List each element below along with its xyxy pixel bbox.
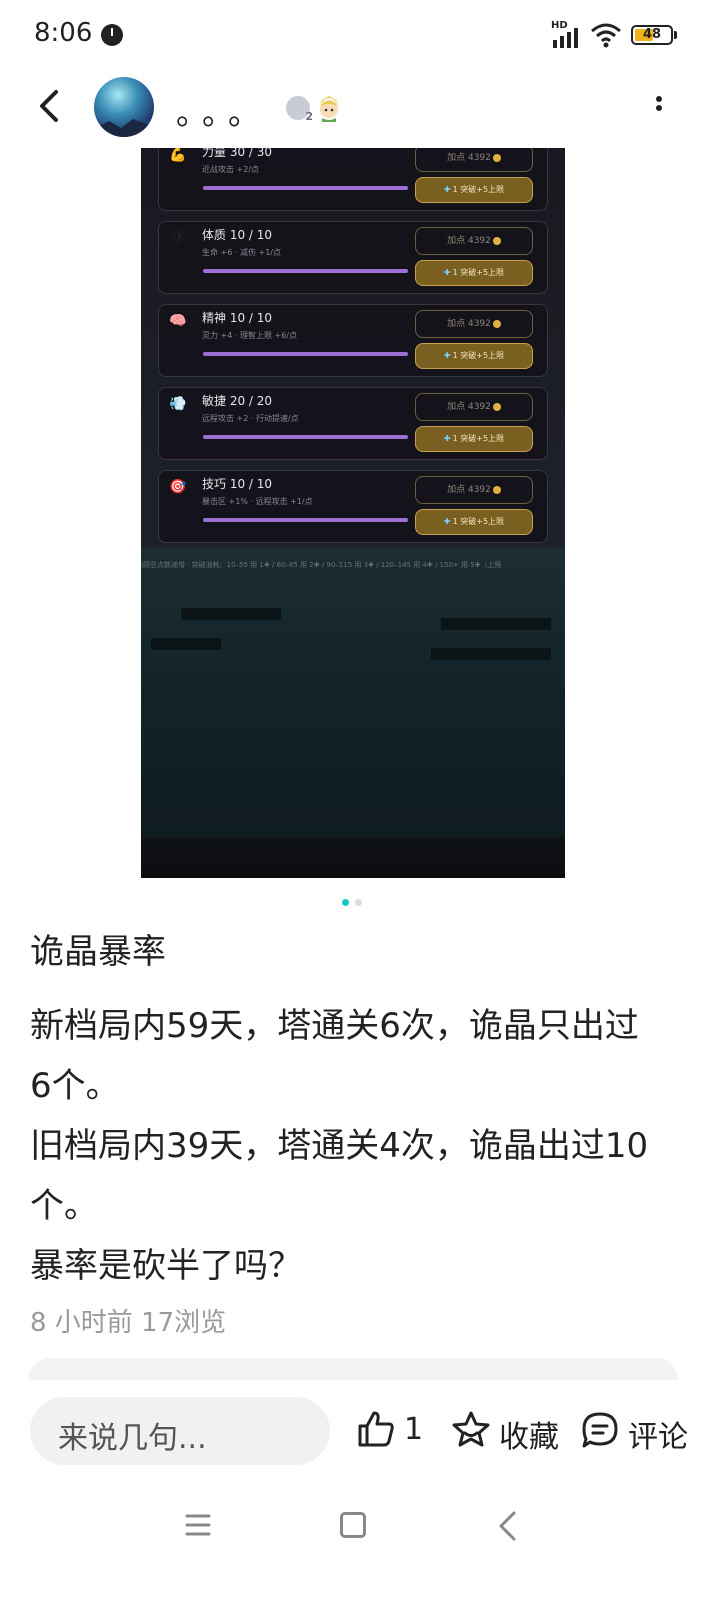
coin-icon — [492, 236, 501, 245]
stat-icon: 🎯 — [169, 479, 187, 495]
level-badge-icon: 2 — [286, 96, 313, 123]
post-image[interactable]: 💪 力量 30 / 30 近战攻击 +2/点 加点 4392 ✚ 1 突破+5上限 🛡 体质 … — [141, 148, 565, 878]
add-point-button: 加点 4392 — [415, 148, 533, 172]
stat-progress-bar — [203, 269, 408, 273]
level-number: 2 — [305, 110, 313, 123]
stat-description: 近战攻击 +2/点 — [202, 165, 260, 174]
add-point-button: 加点 4392 — [415, 476, 533, 504]
comment-placeholder: 来说几句... — [58, 1421, 207, 1456]
stat-title: 力量 30 / 30 — [202, 148, 273, 159]
stat-card: 🎯 技巧 10 / 10 暴击区 +1% · 远程攻击 +1/点 加点 4392 ✚ 1 … — [158, 470, 548, 543]
post-body-line: 旧档局内39天，塔通关4次，诡晶出过10 — [30, 1126, 649, 1166]
stat-title: 技巧 10 / 10 — [202, 477, 273, 491]
stat-title: 体质 10 / 10 — [202, 228, 273, 242]
coin-icon — [492, 402, 501, 411]
breakthrough-button: ✚ 1 突破+5上限 — [415, 343, 533, 369]
stat-title: 敏捷 20 / 20 — [202, 394, 273, 408]
stat-description: 暴击区 +1% · 远程攻击 +1/点 — [202, 497, 313, 506]
plus-icon: ✚ — [443, 517, 451, 526]
coin-icon — [492, 153, 501, 162]
breakthrough-button: ✚ 1 突破+5上限 — [415, 260, 533, 286]
post-body: 新档局内59天，塔通关6次，诡晶只出过 6个。 旧档局内39天，塔通关4次，诡晶… — [30, 996, 680, 1296]
comment-section-edge — [28, 1358, 678, 1380]
stat-progress-bar — [203, 435, 408, 439]
stat-card: 🧠 精神 10 / 10 灵力 +4 · 理智上限 +6/点 加点 4392 ✚ 1 突破… — [158, 304, 548, 377]
signal-icon — [553, 28, 578, 48]
stat-progress-bar — [203, 518, 408, 522]
dungeon-background — [141, 548, 565, 838]
stat-card: 💪 力量 30 / 30 近战攻击 +2/点 加点 4392 ✚ 1 突破+5上限 — [158, 148, 548, 211]
breakthrough-button: ✚ 1 突破+5上限 — [415, 509, 533, 535]
home-square-icon[interactable] — [340, 1512, 366, 1538]
battery-level: 48 — [642, 27, 662, 42]
stat-description: 远程攻击 +2 · 行动提速/点 — [202, 414, 299, 423]
more-vertical-icon[interactable] — [650, 90, 668, 126]
stat-icon: 🧠 — [169, 313, 187, 329]
pager-dot-active — [342, 899, 349, 906]
post-body-line: 暴率是砍半了吗？ — [30, 1246, 302, 1286]
post-title: 诡晶暴率 — [30, 932, 166, 972]
menu-icon[interactable] — [185, 1513, 211, 1537]
like-count[interactable]: 1 — [404, 1412, 423, 1447]
add-point-button: 加点 4392 — [415, 310, 533, 338]
stat-card: 💨 敏捷 20 / 20 远程攻击 +2 · 行动提速/点 加点 4392 ✚ 1 突破+… — [158, 387, 548, 460]
star-icon[interactable] — [450, 1409, 492, 1451]
stat-icon: 🛡 — [169, 230, 187, 246]
username[interactable]: 。。。 — [176, 88, 270, 134]
comment-bubble-icon[interactable] — [580, 1410, 620, 1450]
image-footer-text: l顾总点数递增 · 突破消耗：10–55 用 1✚ / 60–85 用 2✚ /… — [141, 561, 502, 569]
thumb-up-icon[interactable] — [356, 1409, 396, 1449]
stat-icon: 💪 — [169, 148, 187, 163]
pager-dot — [355, 899, 362, 906]
coin-icon — [492, 485, 501, 494]
image-pager — [342, 899, 364, 907]
stat-progress-bar — [203, 186, 408, 190]
breakthrough-button: ✚ 1 突破+5上限 — [415, 177, 533, 203]
comment-label[interactable]: 评论 — [628, 1412, 688, 1456]
add-point-button: 加点 4392 — [415, 393, 533, 421]
stat-card: 🛡 体质 10 / 10 生命 +6 · 减伤 +1/点 加点 4392 ✚ 1 突破+5… — [158, 221, 548, 294]
stat-title: 精神 10 / 10 — [202, 311, 273, 325]
back-chevron-icon[interactable] — [496, 1510, 518, 1542]
plus-icon: ✚ — [443, 268, 451, 277]
post-body-line: 新档局内59天，塔通关6次，诡晶只出过 — [30, 1006, 639, 1046]
back-arrow-icon[interactable] — [32, 86, 72, 126]
stat-description: 灵力 +4 · 理智上限 +6/点 — [202, 331, 297, 340]
plus-icon: ✚ — [443, 434, 451, 443]
status-time: 8:06 — [34, 18, 93, 48]
avatar[interactable] — [94, 77, 154, 137]
stat-description: 生命 +6 · 减伤 +1/点 — [202, 248, 281, 257]
clock-icon — [101, 24, 123, 46]
add-point-button: 加点 4392 — [415, 227, 533, 255]
battery-tip — [674, 31, 677, 39]
plus-icon: ✚ — [443, 351, 451, 360]
coin-icon — [492, 319, 501, 328]
wifi-icon — [591, 23, 621, 48]
collect-label[interactable]: 收藏 — [499, 1412, 559, 1456]
post-body-line: 6个。 — [30, 1066, 120, 1106]
post-meta: 8 小时前 17浏览 — [30, 1308, 227, 1338]
battery-icon: 48 — [631, 25, 673, 45]
stat-progress-bar — [203, 352, 408, 356]
breakthrough-button: ✚ 1 突破+5上限 — [415, 426, 533, 452]
character-badge-icon — [319, 96, 339, 122]
comment-input[interactable]: 来说几句... — [30, 1397, 330, 1465]
post-body-line: 个。 — [30, 1186, 98, 1226]
plus-icon: ✚ — [443, 185, 451, 194]
stat-icon: 💨 — [169, 396, 187, 412]
